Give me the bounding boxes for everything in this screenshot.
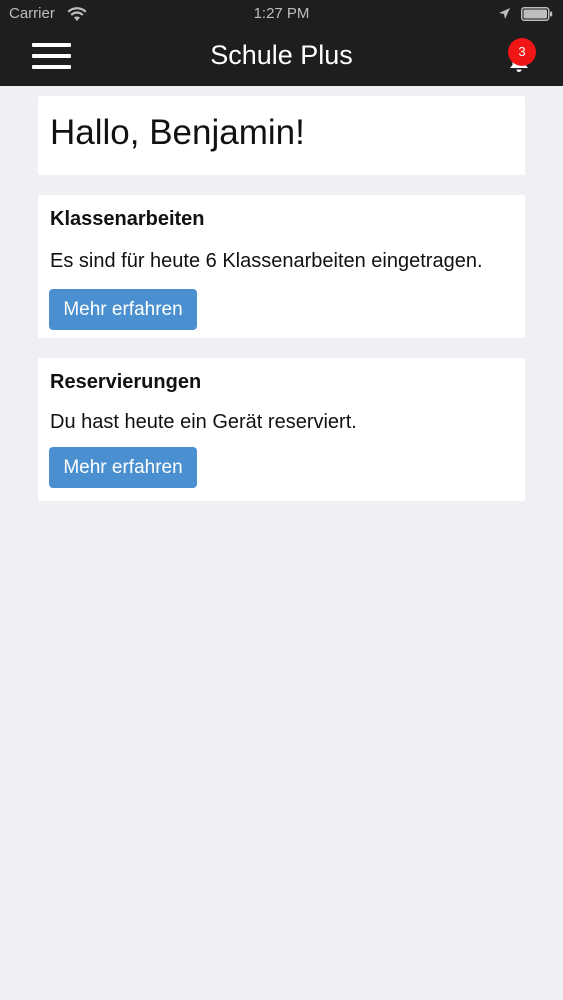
- app-title: Schule Plus: [210, 40, 353, 70]
- notification-badge: 3: [508, 38, 536, 66]
- notifications-button[interactable]: 3: [500, 38, 540, 78]
- location-arrow-icon: [499, 8, 510, 19]
- reservations-more-button[interactable]: Mehr erfahren: [49, 447, 197, 488]
- greeting-card: Hallo, Benjamin!: [38, 96, 525, 175]
- exams-more-button[interactable]: Mehr erfahren: [49, 289, 197, 330]
- reservations-card-text: Du hast heute ein Gerät reserviert.: [50, 411, 357, 433]
- greeting-heading: Hallo, Benjamin!: [50, 113, 305, 152]
- exams-card-text: Es sind für heute 6 Klassenarbeiten eing…: [50, 250, 483, 272]
- reservations-card: Reservierungen Du hast heute ein Gerät r…: [38, 358, 525, 501]
- status-time: 1:27 PM: [253, 5, 310, 22]
- status-bar: Carrier 1:27 PM: [0, 0, 563, 28]
- battery-icon: [521, 7, 553, 21]
- exams-card-title: Klassenarbeiten: [50, 208, 205, 230]
- reservations-card-title: Reservierungen: [50, 371, 202, 393]
- exams-card: Klassenarbeiten Es sind für heute 6 Klas…: [38, 195, 525, 338]
- navigation-bar: Schule Plus 3: [0, 28, 563, 86]
